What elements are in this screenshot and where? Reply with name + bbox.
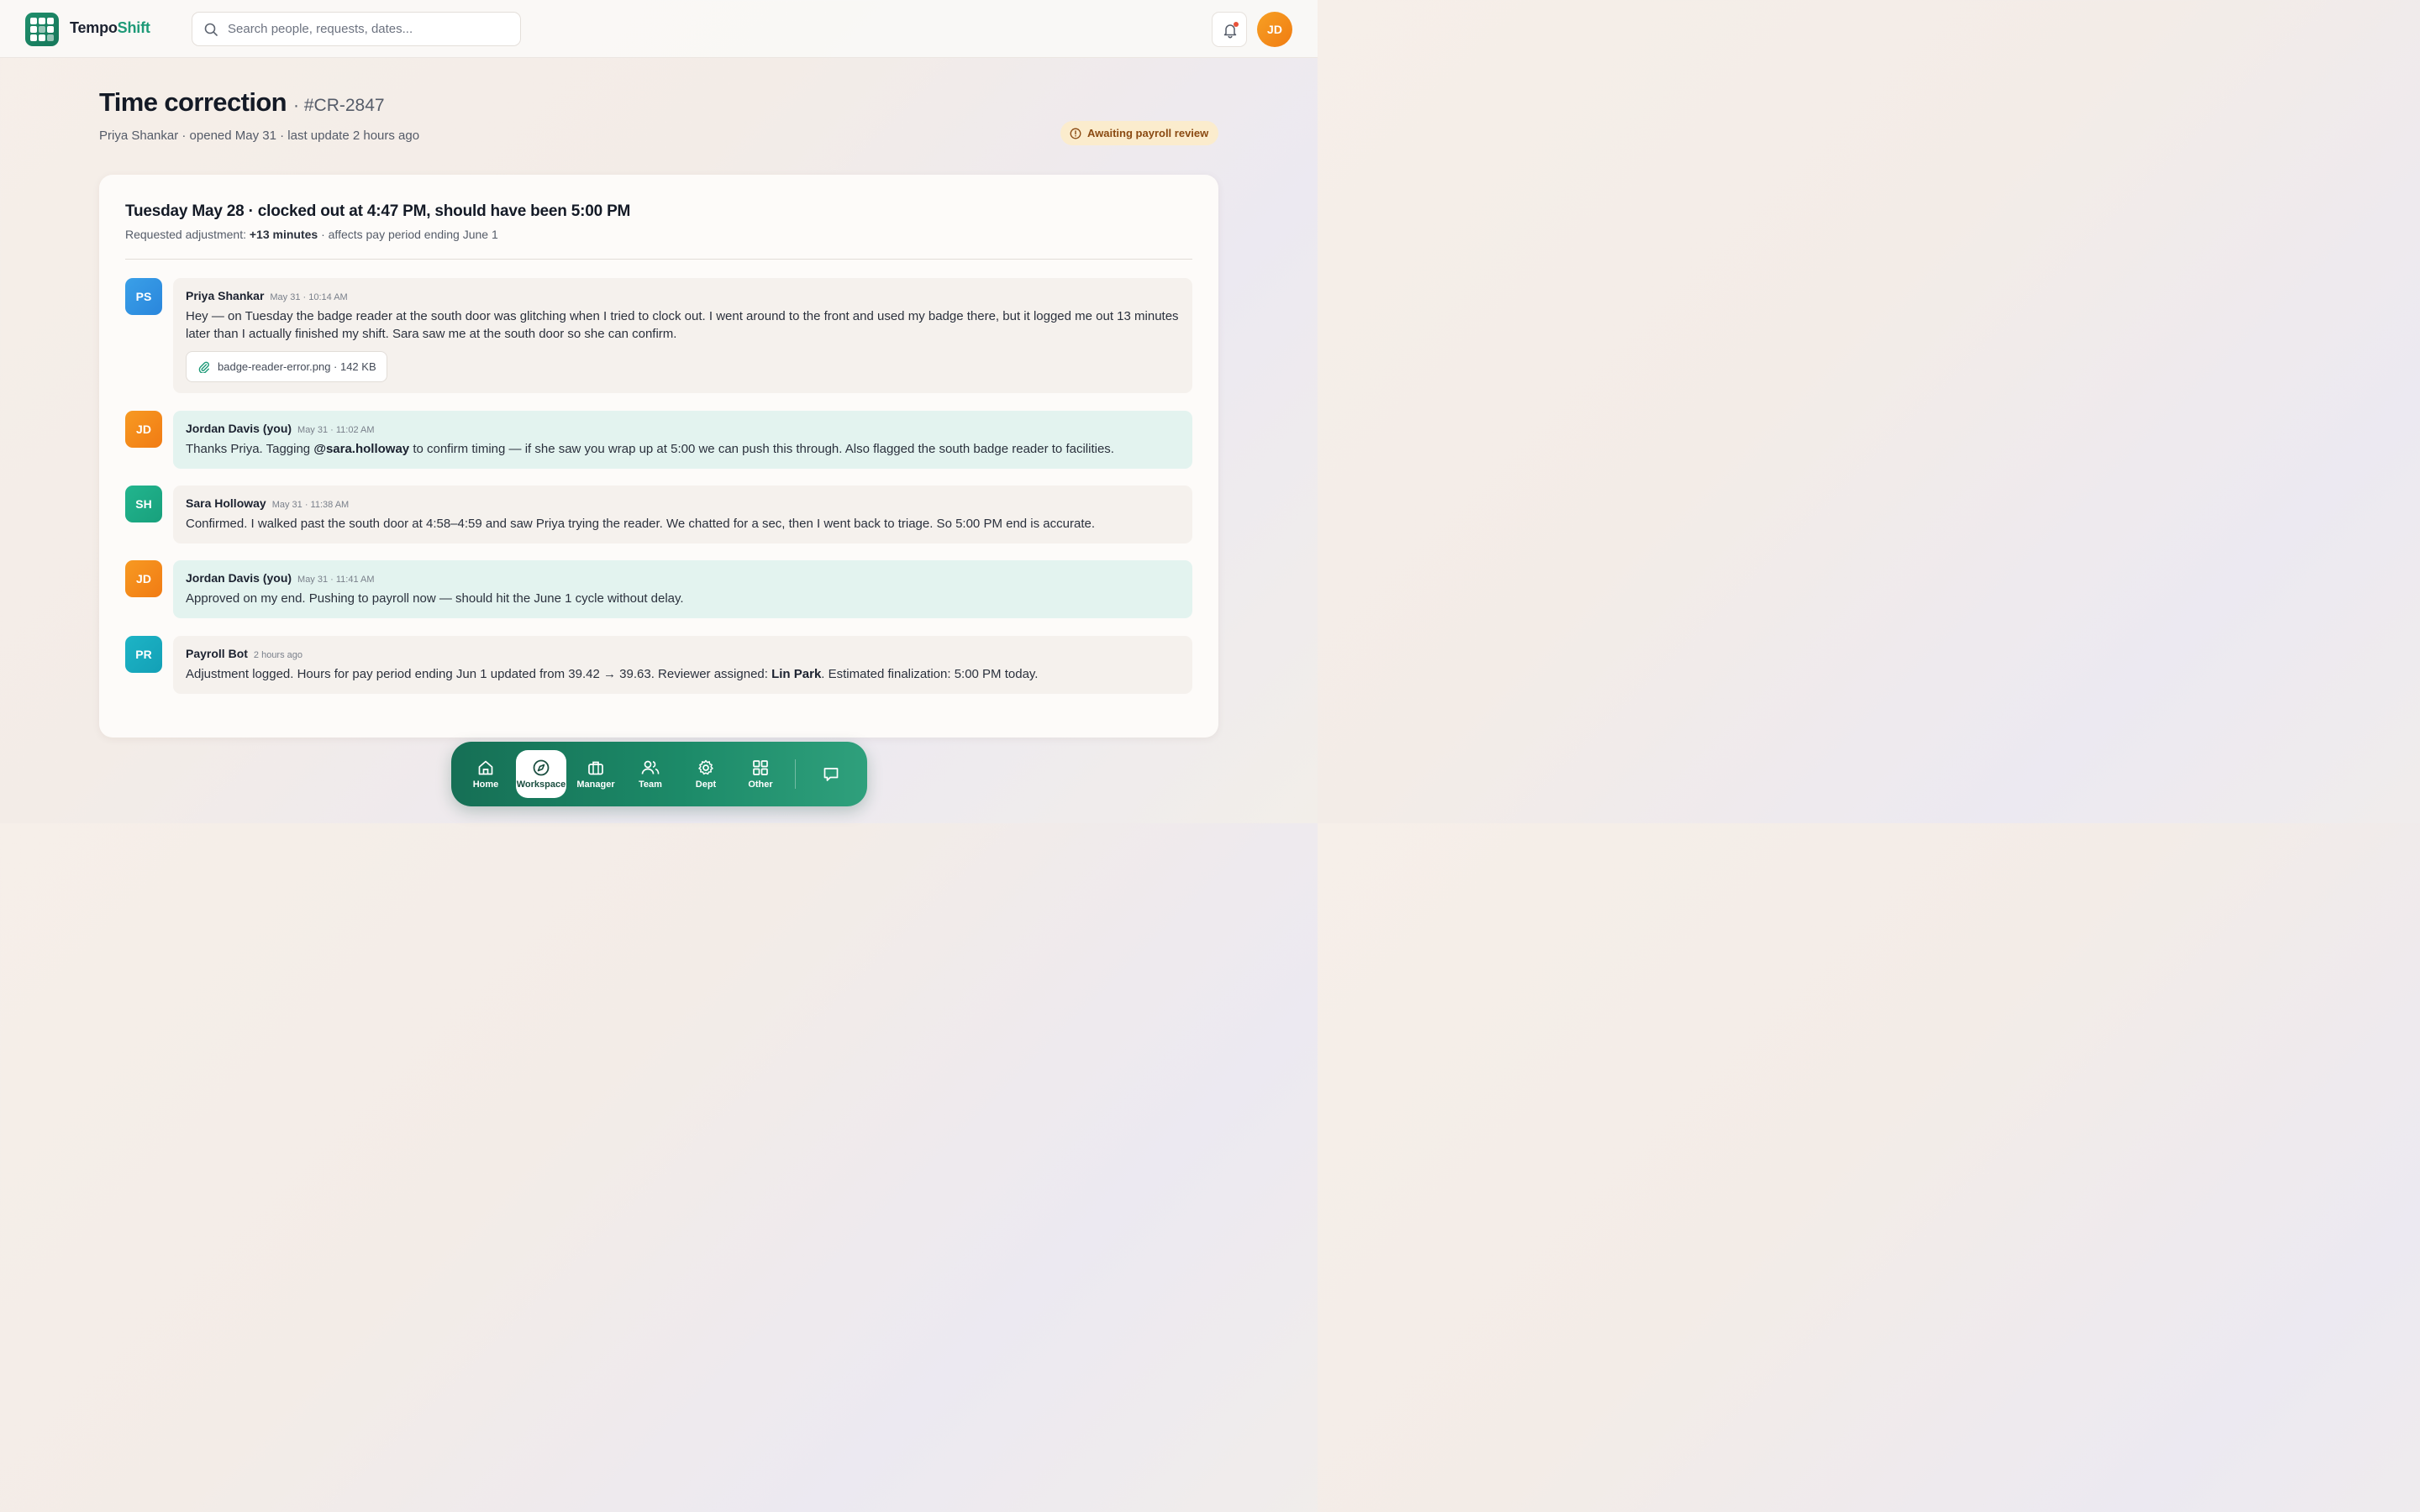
- dock-item-label: Workspace: [516, 780, 566, 790]
- avatar[interactable]: SH: [125, 486, 162, 522]
- dock-item-label: Dept: [695, 780, 717, 790]
- message-text: Approved on my end. Pushing to payroll n…: [186, 591, 684, 606]
- message-author[interactable]: Payroll Bot: [186, 647, 248, 660]
- notification-dot: [1234, 22, 1239, 27]
- message-header: Sara Holloway May 31 · 11:38 AM: [186, 496, 1180, 510]
- avatar[interactable]: PS: [125, 278, 162, 315]
- status-badge: Awaiting payroll review: [1060, 121, 1219, 145]
- dock-item-other[interactable]: Other: [735, 750, 786, 798]
- divider: [125, 259, 1192, 260]
- dock-divider: [795, 759, 796, 789]
- dock-item-label: Team: [639, 780, 662, 790]
- dock-item-dept[interactable]: Dept: [681, 750, 731, 798]
- message-text: Adjustment logged. Hours for pay period …: [186, 665, 1180, 683]
- chat-button[interactable]: [806, 750, 856, 798]
- message-time: May 31 · 11:38 AM: [271, 500, 350, 510]
- message-bubble: Sara Holloway May 31 · 11:38 AM Confirmed…: [173, 486, 1192, 543]
- request-card: Tuesday May 28 · clocked out at 4:47 PM,…: [99, 175, 1218, 738]
- message-author[interactable]: Sara Holloway: [186, 496, 266, 510]
- message-header: Priya Shankar May 31 · 10:14 AM: [186, 289, 1180, 302]
- card-subtitle-suffix: · affects pay period ending June 1: [318, 228, 498, 241]
- briefcase-icon: [588, 761, 603, 775]
- status-badge-label: Awaiting payroll review: [1087, 127, 1209, 139]
- avatar[interactable]: JD: [125, 411, 162, 448]
- avatar[interactable]: JD: [125, 560, 162, 597]
- users-icon: [641, 760, 660, 774]
- message-author[interactable]: Jordan Davis (you): [186, 571, 292, 585]
- message-text-part: Thanks Priya. Tagging: [186, 442, 314, 456]
- message-time: May 31 · 11:02 AM: [297, 425, 375, 435]
- dock-item-label: Other: [748, 780, 773, 790]
- gear-icon: [698, 759, 713, 775]
- search-bar[interactable]: Search people, requests, dates...: [192, 12, 521, 46]
- card-title: Tuesday May 28 · clocked out at 4:47 PM,…: [125, 202, 631, 220]
- message-text: Thanks Priya. Tagging @sara.holloway to …: [186, 440, 1180, 458]
- reviewer-name[interactable]: Lin Park: [771, 667, 821, 681]
- page-title-text: Time correction: [99, 87, 287, 117]
- dock-item-manager[interactable]: Manager: [571, 750, 621, 798]
- brand-name-part2: Shift: [117, 19, 150, 36]
- message-author[interactable]: Jordan Davis (you): [186, 422, 292, 435]
- search-icon: [204, 23, 218, 36]
- brand-name-part1: Tempo: [70, 19, 118, 36]
- message-time: May 31 · 11:41 AM: [297, 575, 375, 585]
- message-bubble: Jordan Davis (you) May 31 · 11:02 AM Than…: [173, 411, 1192, 469]
- alert-circle-icon: [1070, 128, 1081, 139]
- message-bubble: Payroll Bot 2 hours ago Adjustment logged…: [173, 636, 1192, 694]
- message-text: Confirmed. I walked past the south door …: [186, 517, 1095, 531]
- card-subtitle-prefix: Requested adjustment:: [125, 228, 250, 241]
- message-header: Payroll Bot 2 hours ago: [186, 647, 1180, 660]
- message-text: Hey — on Tuesday the badge reader at the…: [186, 309, 1179, 341]
- dock-item-team[interactable]: Team: [625, 750, 676, 798]
- dock-item-label: Home: [472, 780, 499, 790]
- user-mention[interactable]: @sara.holloway: [313, 442, 409, 456]
- user-avatar[interactable]: JD: [1257, 12, 1292, 47]
- card-subtitle: Requested adjustment: +13 minutes · affe…: [125, 228, 498, 241]
- bottom-dock: Home Workspace Manager Team Dept Other: [451, 742, 867, 806]
- compass-icon: [533, 759, 550, 776]
- dock-item-label: Manager: [576, 780, 615, 790]
- request-id: · #CR-2847: [293, 96, 385, 115]
- notifications-button[interactable]: [1212, 12, 1247, 47]
- message-bubble: Priya Shankar May 31 · 10:14 AM Hey — on …: [173, 278, 1192, 393]
- home-icon: [478, 760, 493, 775]
- chat-icon: [823, 768, 839, 781]
- paperclip-icon: [198, 361, 209, 373]
- search-input[interactable]: Search people, requests, dates...: [228, 22, 413, 36]
- message-text-part: Adjustment logged. Hours for pay period …: [186, 667, 772, 681]
- adjustment-amount: +13 minutes: [249, 228, 318, 241]
- message-author[interactable]: Priya Shankar: [186, 289, 264, 302]
- message-text-part: . Estimated finalization: 5:00 PM today.: [821, 667, 1039, 681]
- page-title: Time correction · #CR-2847: [99, 87, 385, 118]
- app-brand[interactable]: TempoShift: [70, 19, 150, 37]
- app-logo-icon[interactable]: [25, 13, 59, 46]
- message-bubble: Jordan Davis (you) May 31 · 11:41 AM Appr…: [173, 560, 1192, 618]
- top-bar: TempoShift Search people, requests, date…: [0, 0, 1318, 58]
- message-time: May 31 · 10:14 AM: [270, 292, 348, 302]
- attachment-label: badge-reader-error.png · 142 KB: [218, 360, 376, 373]
- dock-item-home[interactable]: Home: [460, 750, 511, 798]
- avatar[interactable]: PR: [125, 636, 162, 673]
- attachment-chip[interactable]: badge-reader-error.png · 142 KB: [186, 351, 387, 382]
- page-meta: Priya Shankar · opened May 31 · last upd…: [99, 129, 420, 143]
- message-text-part: to confirm timing — if she saw you wrap …: [409, 442, 1114, 456]
- message-header: Jordan Davis (you) May 31 · 11:41 AM: [186, 571, 1180, 585]
- dock-item-workspace[interactable]: Workspace: [516, 750, 566, 798]
- message-time: 2 hours ago: [253, 650, 303, 660]
- grid-icon: [753, 760, 768, 775]
- message-header: Jordan Davis (you) May 31 · 11:02 AM: [186, 422, 1180, 435]
